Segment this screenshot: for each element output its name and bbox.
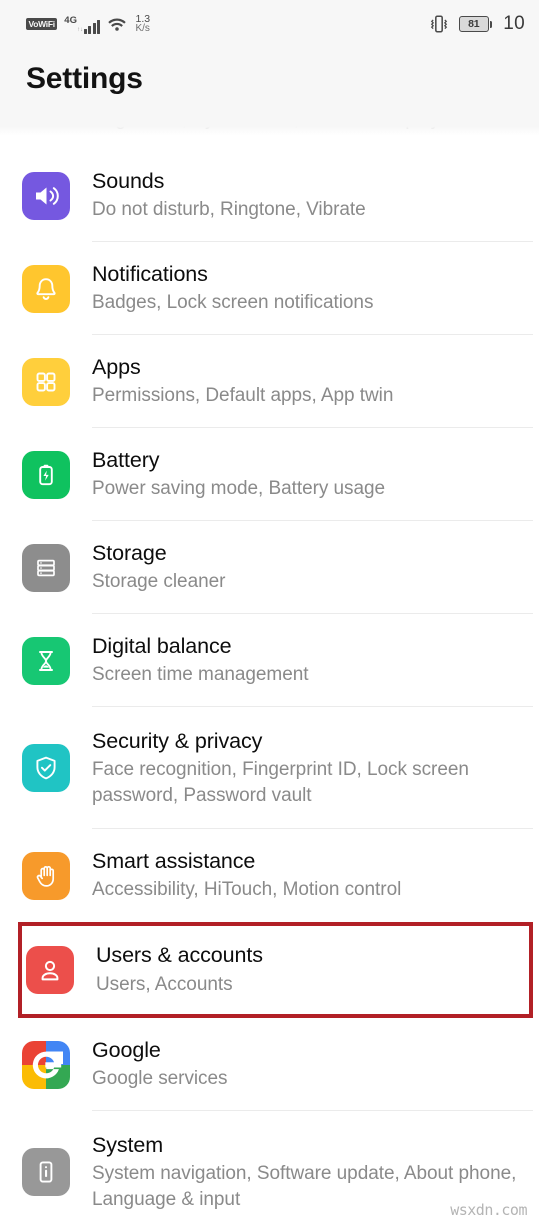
battery-level-body: 81 <box>458 16 489 32</box>
volume-icon <box>22 171 70 220</box>
settings-item-text: Apps Permissions, Default apps, App twin <box>92 354 525 409</box>
source-watermark: wsxdn.com <box>450 1201 527 1219</box>
battery-icon: 81 <box>458 16 493 32</box>
settings-item-users-accounts[interactable]: Users & accounts Users, Accounts <box>18 922 533 1018</box>
grid-apps-icon <box>22 357 70 406</box>
settings-item-title: Sounds <box>92 168 165 193</box>
wifi-icon <box>107 16 127 32</box>
settings-item-subtitle: Badges, Lock screen notifications <box>92 292 374 314</box>
battery-percent-label: 81 <box>468 17 480 30</box>
bell-icon <box>22 264 70 313</box>
person-icon <box>26 946 74 994</box>
settings-item-google[interactable]: Google Google services <box>0 1018 539 1111</box>
settings-item-subtitle: Face recognition, Fingerprint ID, Lock s… <box>92 759 469 806</box>
settings-item-storage[interactable]: Storage Storage cleaner <box>0 521 539 614</box>
settings-item-smart-assistance[interactable]: Smart assistance Accessibility, HiTouch,… <box>0 829 539 922</box>
data-arrows-icon: ↑↓ <box>76 26 83 33</box>
vibrate-icon <box>428 14 450 34</box>
hourglass-icon <box>22 636 70 685</box>
status-bar-right: 81 10 <box>428 13 525 35</box>
cellular-signal-icon: 4G ↑↓ <box>64 14 101 34</box>
settings-item-title: System <box>92 1132 164 1157</box>
phone-info-icon <box>22 1148 70 1196</box>
settings-item-subtitle: Users, Accounts <box>96 973 233 995</box>
settings-item-title: Security & privacy <box>92 728 263 753</box>
scroll-fade-overlay <box>0 121 539 141</box>
settings-item-text: Security & privacy Face recognition, Fin… <box>92 728 525 809</box>
settings-item-subtitle: Screen time management <box>92 664 309 686</box>
settings-item-subtitle: Permissions, Default apps, App twin <box>92 385 394 407</box>
settings-item-text: Users & accounts Users, Accounts <box>96 942 515 997</box>
data-speed-unit: K/s <box>135 23 150 35</box>
settings-item-text: Sounds Do not disturb, Ringtone, Vibrate <box>92 168 525 223</box>
settings-item-title: Storage <box>92 540 167 565</box>
settings-item-subtitle: Google services <box>92 1068 228 1090</box>
scrolled-partial-row: Brightness, Eye comfort, Text and displa… <box>0 121 539 149</box>
settings-list[interactable]: Sounds Do not disturb, Ringtone, Vibrate… <box>0 149 539 1227</box>
storage-stack-icon <box>22 543 70 592</box>
google-logo-icon <box>22 1040 70 1089</box>
settings-item-text: Digital balance Screen time management <box>92 633 525 688</box>
settings-item-security-privacy[interactable]: Security & privacy Face recognition, Fin… <box>0 707 539 829</box>
vowifi-badge-icon: VoWiFi <box>26 18 58 30</box>
settings-item-title: Notifications <box>92 261 208 286</box>
status-bar-clock: 10 <box>503 13 525 34</box>
settings-header: Settings <box>0 48 539 121</box>
settings-item-subtitle: Do not disturb, Ringtone, Vibrate <box>92 199 366 221</box>
settings-item-title: Digital balance <box>92 633 232 658</box>
shield-check-icon <box>22 744 70 792</box>
battery-bolt-icon <box>22 450 70 499</box>
settings-item-subtitle: Accessibility, HiTouch, Motion control <box>92 879 402 901</box>
settings-item-title: Smart assistance <box>92 848 256 873</box>
data-speed-indicator: 1.3 K/s <box>135 13 150 35</box>
settings-item-title: Users & accounts <box>96 943 263 968</box>
settings-item-text: Battery Power saving mode, Battery usage <box>92 447 525 502</box>
settings-item-battery[interactable]: Battery Power saving mode, Battery usage <box>0 428 539 521</box>
settings-item-title: Google <box>92 1037 161 1062</box>
signal-bars-icon <box>83 19 101 34</box>
settings-item-text: Smart assistance Accessibility, HiTouch,… <box>92 848 525 903</box>
page-title: Settings <box>26 62 143 95</box>
hand-icon <box>22 851 70 900</box>
battery-cap <box>489 20 493 28</box>
status-bar: VoWiFi 4G ↑↓ 1.3 K/s 81 10 <box>0 0 539 48</box>
settings-item-title: Apps <box>92 354 141 379</box>
settings-item-subtitle: Storage cleaner <box>92 571 226 593</box>
settings-item-text: Storage Storage cleaner <box>92 540 525 595</box>
settings-item-text: Google Google services <box>92 1037 525 1092</box>
settings-item-digital-balance[interactable]: Digital balance Screen time management <box>0 614 539 707</box>
settings-item-notifications[interactable]: Notifications Badges, Lock screen notifi… <box>0 242 539 335</box>
settings-item-subtitle: Power saving mode, Battery usage <box>92 478 386 500</box>
settings-item-text: Notifications Badges, Lock screen notifi… <box>92 261 525 316</box>
settings-item-title: Battery <box>92 447 160 472</box>
settings-item-apps[interactable]: Apps Permissions, Default apps, App twin <box>0 335 539 428</box>
settings-item-sounds[interactable]: Sounds Do not disturb, Ringtone, Vibrate <box>0 149 539 242</box>
status-bar-left: VoWiFi 4G ↑↓ 1.3 K/s <box>26 13 150 35</box>
network-type-label: 4G <box>64 15 77 27</box>
